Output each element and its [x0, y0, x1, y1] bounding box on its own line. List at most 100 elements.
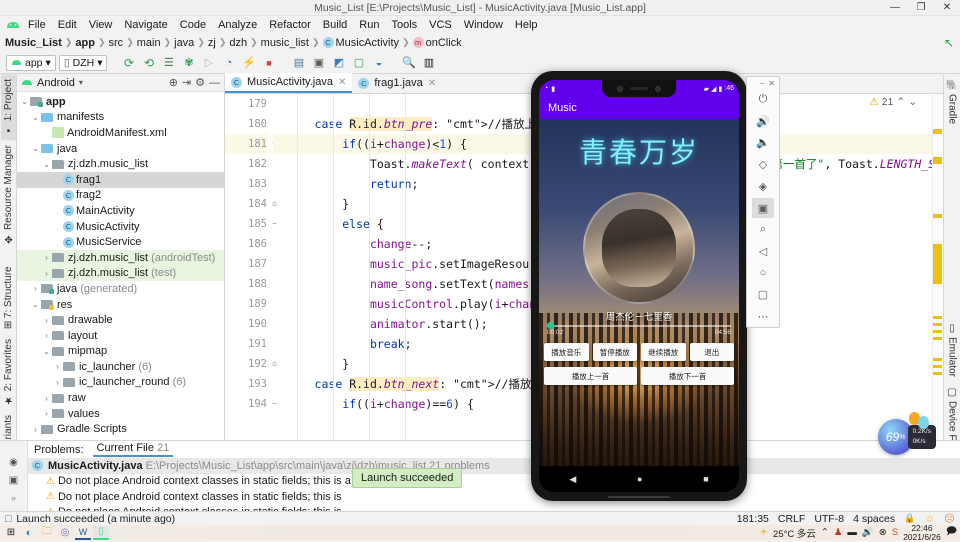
breadcrumb-item-main[interactable]: main	[137, 37, 161, 49]
tree-item-frag1[interactable]: Cfrag1	[17, 172, 224, 188]
inspection-eye-icon[interactable]: ◉	[9, 457, 18, 468]
network-tray-icon[interactable]: ⊗	[879, 527, 887, 538]
problems-list[interactable]: C MusicActivity.java E:\Projects\Music_L…	[28, 458, 960, 512]
line-number[interactable]: 191	[225, 334, 267, 354]
emulator-close-icon[interactable]: ✕	[768, 79, 775, 88]
back-icon[interactable]: ◁	[752, 241, 774, 262]
volume-tray-icon[interactable]: 🔊	[862, 527, 874, 538]
menu-item-tools[interactable]: Tools	[385, 18, 423, 32]
camera-app-icon[interactable]: ◎	[57, 526, 73, 540]
sidebar-item-emulator[interactable]: ▯Emulator	[945, 318, 960, 382]
menu-item-code[interactable]: Code	[174, 18, 212, 32]
tree-item-ic-launcher-round[interactable]: ›ic_launcher_round (6)	[17, 375, 224, 391]
tree-expander-icon[interactable]: ⌄	[30, 300, 41, 309]
breadcrumb-item-project[interactable]: Music_List	[5, 37, 62, 49]
editor-tab-frag1[interactable]: C frag1.java ✕	[352, 73, 442, 93]
line-number[interactable]: 189	[225, 294, 267, 314]
tree-expander-icon[interactable]: ›	[41, 409, 52, 418]
tree-expander-icon[interactable]: ›	[41, 269, 52, 278]
power-icon[interactable]: ⏻	[752, 89, 774, 110]
line-number[interactable]: 182	[225, 154, 267, 174]
line-number[interactable]: 188	[225, 274, 267, 294]
tree-expander-icon[interactable]: ›	[41, 253, 52, 262]
tree-item-java[interactable]: ›java (generated)	[17, 281, 224, 297]
chevron-down-icon[interactable]: ▾	[79, 78, 83, 87]
settings-gear-icon[interactable]: ⚙	[195, 76, 205, 89]
line-number[interactable]: 185−	[225, 214, 267, 234]
tree-expander-icon[interactable]: ›	[52, 362, 63, 371]
tree-expander-icon[interactable]: ⌄	[41, 160, 52, 169]
emulator-minimize-icon[interactable]: −	[760, 79, 765, 88]
app-content[interactable]: 青春万岁 周杰伦－七里香 00:02 04:56 播放音乐 暂停播放 继续播放 …	[539, 119, 739, 466]
sidebar-item-gradle[interactable]: 🐘Gradle	[945, 74, 960, 129]
breadcrumb-item-musicactivity[interactable]: MusicActivity	[336, 37, 400, 49]
screenshot-icon[interactable]: ▣	[752, 198, 774, 219]
menu-item-edit[interactable]: Edit	[52, 18, 83, 32]
problem-item[interactable]: ⚠ Do not place Android context classes i…	[28, 474, 960, 490]
project-view-selector[interactable]: Android	[37, 77, 75, 89]
make-project-icon[interactable]: ☰	[160, 54, 177, 71]
next-problem-icon[interactable]: ⌄	[908, 96, 917, 108]
line-number[interactable]: 186	[225, 234, 267, 254]
breadcrumb-item-java[interactable]: java	[174, 37, 194, 49]
line-number[interactable]: 179	[225, 94, 267, 114]
sidebar-item-resource-manager[interactable]: ✥Resource Manager	[1, 140, 16, 249]
menu-item-vcs[interactable]: VCS	[423, 18, 458, 32]
volume-down-icon[interactable]: 🔈	[752, 132, 774, 153]
close-icon[interactable]: ✕	[428, 78, 436, 89]
layout-inspector-icon[interactable]: ◩	[330, 54, 347, 71]
tree-item-musicservice[interactable]: CMusicService	[17, 234, 224, 250]
profile-or-debug-icon[interactable]: ◒	[370, 54, 387, 71]
emulator-window[interactable]: ◔ ▮ ▰ ◢ ▮ :46 Music 青春万岁 周杰伦－七里香	[531, 71, 747, 501]
hide-panel-icon[interactable]: —	[209, 77, 220, 89]
tree-item-mainactivity[interactable]: CMainActivity	[17, 203, 224, 219]
tree-expander-icon[interactable]: ›	[41, 331, 52, 340]
exit-button[interactable]: 退出	[690, 343, 735, 361]
network-speed-widget[interactable]: 69 % 0.2K/s 0K/s	[878, 419, 936, 455]
menu-item-refactor[interactable]: Refactor	[263, 18, 317, 32]
taskbar-clock[interactable]: 22:46 2021/6/26	[903, 524, 941, 542]
project-tree[interactable]: ⌄app⌄manifestsAndroidManifest.xml⌄java⌄z…	[17, 92, 224, 495]
tree-item-zj-dzh-music-list[interactable]: ⌄zj.dzh.music_list	[17, 156, 224, 172]
tree-expander-icon[interactable]: ›	[41, 316, 52, 325]
tree-item-mipmap[interactable]: ⌄mipmap	[17, 344, 224, 360]
tree-item-gradle-scripts[interactable]: ›Gradle Scripts	[17, 421, 224, 437]
volume-up-icon[interactable]: 🔊	[752, 111, 774, 132]
menu-item-file[interactable]: File	[22, 18, 52, 32]
nav-recents-icon[interactable]: ■	[703, 474, 708, 484]
close-button[interactable]: ✕	[934, 0, 960, 16]
run-with-coverage-icon[interactable]: ▷	[200, 54, 217, 71]
menu-item-view[interactable]: View	[83, 18, 119, 32]
problems-filter-current-file[interactable]: Current File 21	[93, 442, 174, 457]
search-everywhere-icon[interactable]: 🔍	[400, 54, 417, 71]
tree-expander-icon[interactable]: ›	[30, 425, 41, 434]
line-number[interactable]: 194−	[225, 394, 267, 414]
tree-expander-icon[interactable]: ⌄	[41, 347, 52, 356]
locate-icon[interactable]: ⊕	[169, 76, 178, 89]
rotate-left-icon[interactable]: ◇	[752, 154, 774, 175]
tree-expander-icon[interactable]: ⌄	[30, 144, 41, 153]
breadcrumb-item-zj[interactable]: zj	[208, 37, 216, 49]
tree-item-zj-dzh-music-list[interactable]: ›zj.dzh.music_list (test)	[17, 266, 224, 282]
nav-back-icon[interactable]: ◀	[569, 474, 576, 485]
tree-item-musicactivity[interactable]: CMusicActivity	[17, 219, 224, 235]
tree-expander-icon[interactable]: ›	[41, 394, 52, 403]
breadcrumb-item-dzh[interactable]: dzh	[229, 37, 247, 49]
word-app-icon[interactable]: W	[75, 526, 91, 540]
tree-item-drawable[interactable]: ›drawable	[17, 312, 224, 328]
menu-item-analyze[interactable]: Analyze	[212, 18, 263, 32]
tree-item-frag2[interactable]: Cfrag2	[17, 188, 224, 204]
seek-bar[interactable]	[547, 324, 731, 327]
android-studio-taskbar-icon[interactable]: ▯	[93, 526, 109, 540]
resume-button[interactable]: 继续播放	[641, 343, 686, 361]
album-art-disc[interactable]	[583, 192, 695, 304]
sidebar-item-project[interactable]: ▪1: Project	[1, 74, 16, 140]
pause-button[interactable]: 暂停播放	[593, 343, 638, 361]
expand-more-icon[interactable]: »	[11, 493, 16, 503]
line-number-gutter[interactable]: 179180181−182183184⌂185−1861871881891901…	[225, 94, 273, 495]
menu-item-run[interactable]: Run	[353, 18, 385, 32]
line-number[interactable]: 193	[225, 374, 267, 394]
device-file-explorer-icon[interactable]: ▢	[350, 54, 367, 71]
tree-item-ic-launcher[interactable]: ›ic_launcher (6)	[17, 359, 224, 375]
sogou-input-icon[interactable]: S	[892, 527, 898, 538]
